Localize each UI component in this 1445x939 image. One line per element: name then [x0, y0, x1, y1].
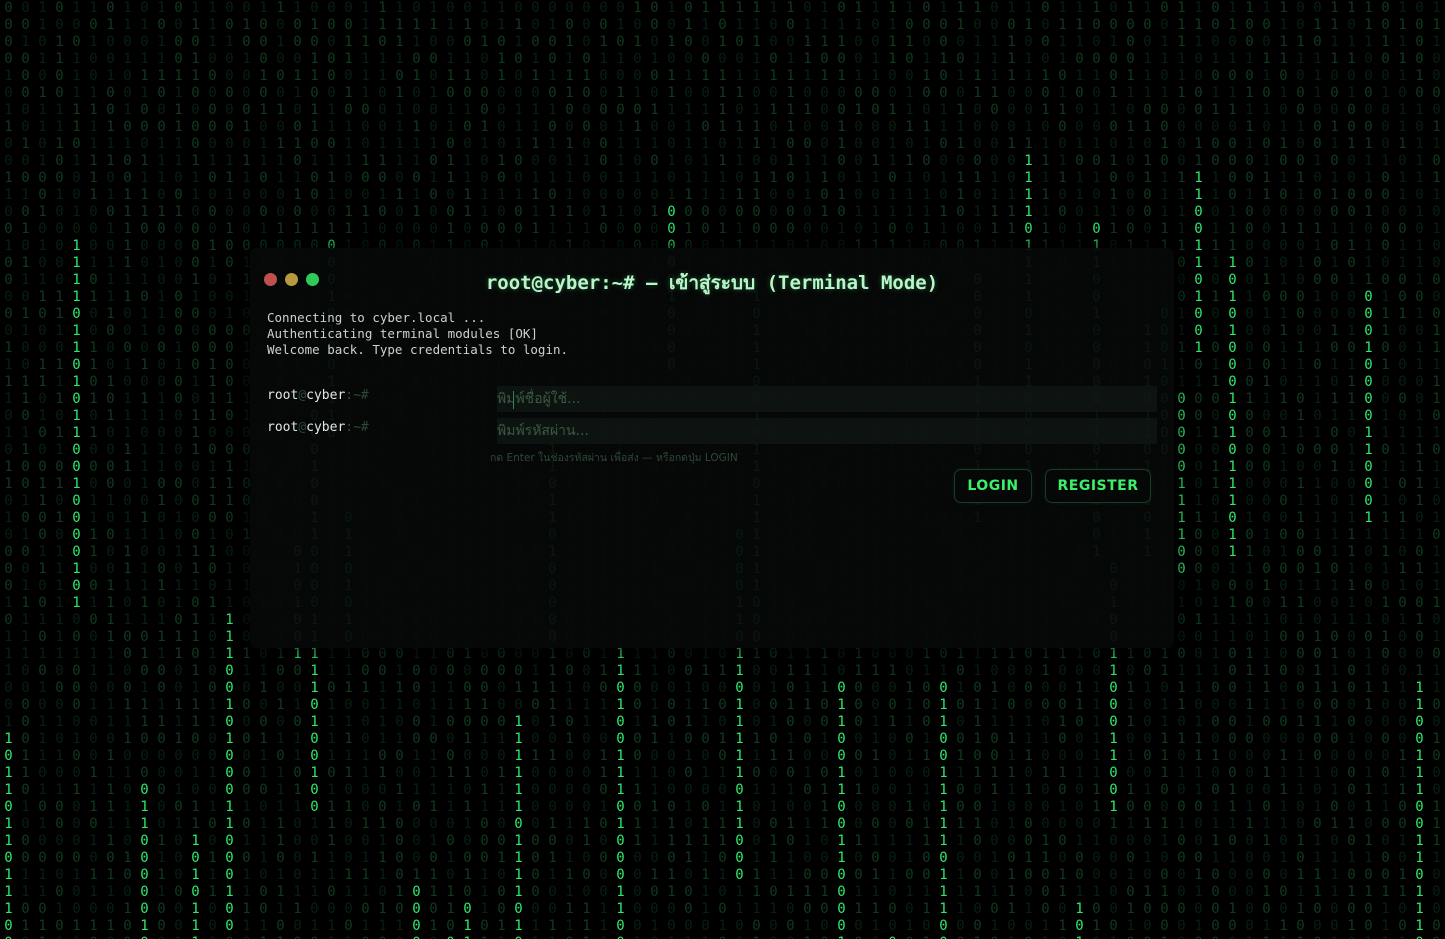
boot-line: Connecting to cyber.local ...: [267, 310, 486, 325]
prompt-sep: :~#: [345, 420, 369, 435]
username-input[interactable]: [497, 386, 1157, 412]
terminal-titlebar: root@cyber:~# — เข้าสู่ระบบ (Terminal Mo…: [250, 248, 1174, 312]
matrix-column: 0000101100110010000011110101101000010111…: [4, 0, 13, 939]
prompt-at: @: [298, 388, 307, 403]
boot-line: Welcome back. Type credentials to login.: [267, 342, 569, 357]
prompt-user: root: [267, 420, 299, 435]
matrix-column: 1111000110110101000101011001001110101011…: [1330, 0, 1339, 939]
register-button[interactable]: REGISTER: [1045, 469, 1151, 503]
password-prompt: root@cyber:~#: [267, 420, 369, 435]
boot-line: Authenticating terminal modules [OK]: [267, 326, 538, 341]
matrix-column: 1110000001000011000001111001110110011010…: [208, 0, 217, 939]
matrix-column: 0010000010010101101100110110010100111110…: [21, 0, 30, 939]
matrix-column: 1111101110110011001000000111001101101000…: [1398, 0, 1407, 939]
matrix-column: 0001011000110111010101100101101000011111…: [1211, 0, 1220, 939]
matrix-column: 1110000011101011100010000110001100001011…: [1364, 0, 1373, 939]
login-button[interactable]: LOGIN: [954, 469, 1032, 503]
matrix-column: 1101100001110000110000101110000011101101…: [191, 0, 200, 939]
text-caret: [513, 391, 514, 409]
matrix-column: 0101110001111000101101011011101101111010…: [140, 0, 149, 939]
prompt-sep: :~#: [345, 388, 369, 403]
matrix-column: 1101001010011111110001011111001111101000…: [123, 0, 132, 939]
matrix-column: 0010010001000000011101001101111111010100…: [1381, 0, 1390, 939]
prompt-host: cyber: [306, 388, 346, 403]
matrix-column: 1001011110010000010001010000001011001011…: [1245, 0, 1254, 939]
matrix-column: 0101110001000110010010110100111101100101…: [1313, 0, 1322, 939]
terminal-window: root@cyber:~# — เข้าสู่ระบบ (Terminal Mo…: [250, 248, 1174, 648]
matrix-column: 0011001110010000011101110110101011111110…: [55, 0, 64, 939]
matrix-column: 0011000100110101000011101100111000111000…: [1296, 0, 1305, 939]
matrix-column: 1111110000111110001111100000111100010001…: [1177, 0, 1186, 939]
matrix-column: 0000101011101011101011001111110101001001…: [1415, 0, 1424, 939]
password-input[interactable]: [497, 418, 1157, 444]
matrix-column: 1110000011110011010010100100011000101001…: [1194, 0, 1203, 939]
matrix-column: 0010000001110100101000010001110001111110…: [225, 0, 234, 939]
prompt-user: root: [267, 388, 299, 403]
matrix-column: 1101011000001111010100010101110111011100…: [1228, 0, 1237, 939]
username-row: root@cyber:~#: [267, 386, 1157, 412]
boot-log: Connecting to cyber.local ... Authentica…: [267, 310, 568, 358]
matrix-column: 1110000110110100000111110101101011110101…: [1432, 0, 1441, 939]
prompt-at: @: [298, 420, 307, 435]
matrix-column: 1001101001110001101000110000000100101111…: [1262, 0, 1271, 939]
matrix-column: 1011010010000110100101111011011111111000…: [1347, 0, 1356, 939]
matrix-column: 1111010110100100101111010111000010010000…: [1279, 0, 1288, 939]
matrix-column: 0000111111001000000011000000001010110110…: [174, 0, 183, 939]
username-prompt: root@cyber:~#: [267, 388, 369, 403]
matrix-column: 1101011101001010110001101000110011001010…: [38, 0, 47, 939]
matrix-column: 1011100011101001011000011011010100101110…: [157, 0, 166, 939]
password-row: root@cyber:~#: [267, 418, 1157, 444]
matrix-column: 1001111101001011110110101100100001010010…: [72, 0, 81, 939]
matrix-column: 0100100111010101111000101000010000111111…: [106, 0, 115, 939]
prompt-host: cyber: [306, 420, 346, 435]
matrix-column: 1010011111110001010011010100011110010011…: [89, 0, 98, 939]
terminal-title: root@cyber:~# — เข้าสู่ระบบ (Terminal Mo…: [485, 272, 939, 294]
submit-hint: กด Enter ในช่องรหัสผ่าน เพื่อส่ง — หรือก…: [490, 452, 738, 464]
